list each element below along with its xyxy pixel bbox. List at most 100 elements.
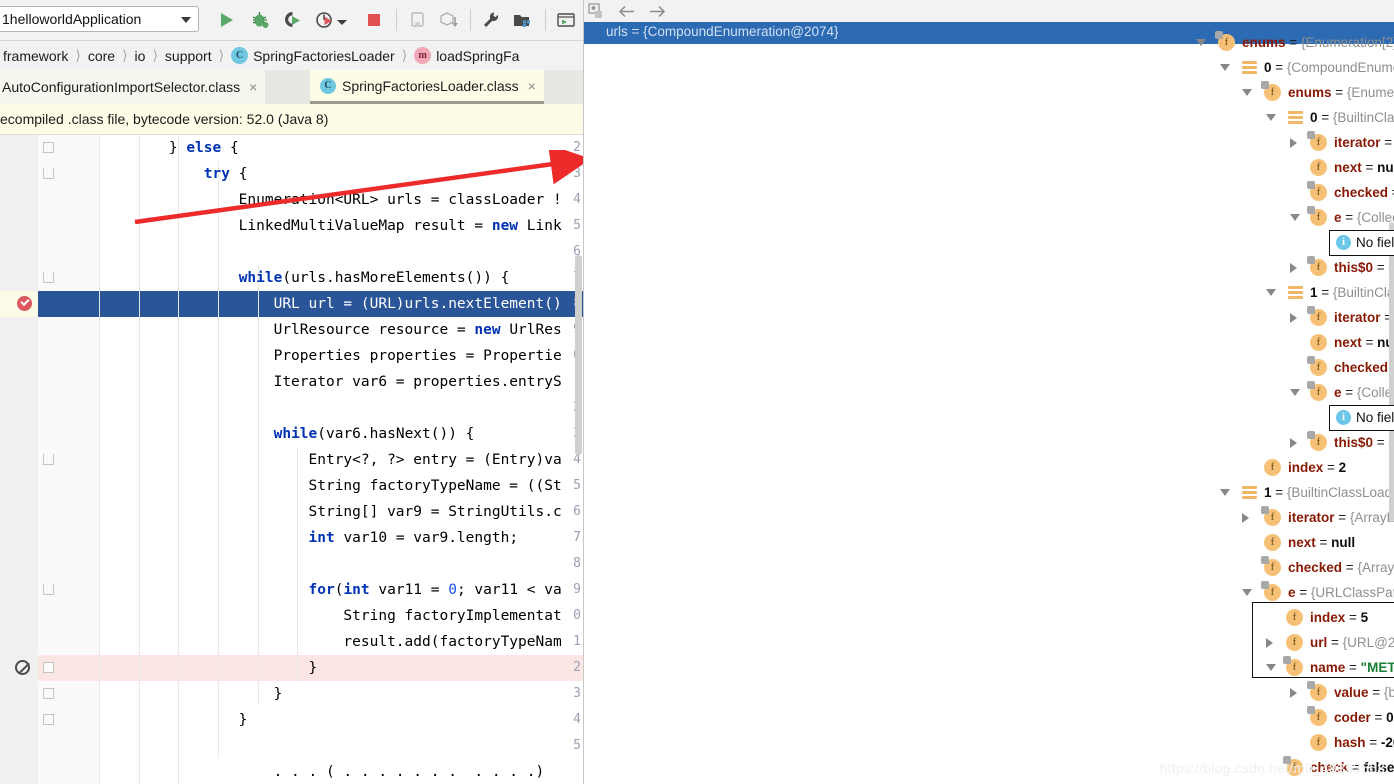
code-line: String factoryTypeName = ((St bbox=[99, 478, 562, 494]
breakpoint-verified-icon[interactable] bbox=[17, 296, 32, 311]
fold-marker[interactable] bbox=[43, 662, 54, 673]
close-icon[interactable]: × bbox=[249, 80, 257, 94]
variable-name: value bbox=[1334, 685, 1369, 700]
variable-name: e bbox=[1334, 210, 1342, 225]
chevron-right-icon[interactable] bbox=[1290, 138, 1297, 148]
stop-button[interactable] bbox=[364, 10, 384, 30]
breadcrumb-item-core[interactable]: core bbox=[85, 48, 118, 64]
chevron-down-icon[interactable] bbox=[1196, 39, 1206, 46]
code-editor[interactable]: 2 3 4 5 6 7 8 9 0 1 2 3 4 5 6 7 8 9 0 1 … bbox=[0, 135, 583, 784]
terminal-button[interactable] bbox=[556, 10, 576, 30]
fold-marker[interactable] bbox=[43, 688, 54, 699]
tab-autoconfigurationimportselector[interactable]: AutoConfigurationImportSelector.class × bbox=[0, 70, 266, 104]
chevron-down-icon[interactable] bbox=[1242, 89, 1252, 96]
settings-watch-icon[interactable] bbox=[588, 3, 605, 23]
update-application-button[interactable] bbox=[439, 10, 459, 30]
variable-value: 2 bbox=[1338, 460, 1347, 475]
code-line: } bbox=[99, 660, 318, 676]
run-coverage-button[interactable] bbox=[283, 10, 303, 30]
chevron-right-icon[interactable] bbox=[1242, 513, 1249, 523]
forward-arrow-icon[interactable] bbox=[647, 3, 667, 23]
settings-button[interactable] bbox=[481, 10, 501, 30]
editor-gutter[interactable] bbox=[0, 135, 39, 784]
breadcrumb-method-label: loadSpringFa bbox=[436, 48, 520, 64]
field-icon: f bbox=[1307, 256, 1327, 276]
fold-marker[interactable] bbox=[43, 584, 54, 595]
fold-marker[interactable] bbox=[43, 272, 54, 283]
variable-name: index bbox=[1310, 610, 1346, 625]
debugger-variables-pane[interactable]: urls = {CompoundEnumeration@2074} f enum… bbox=[583, 0, 1394, 784]
run-configuration-selector[interactable]: 1helloworldApplication bbox=[0, 6, 199, 32]
code-line: UrlResource resource = new UrlRes bbox=[99, 322, 562, 338]
chevron-right-icon[interactable] bbox=[1290, 313, 1297, 323]
run-button[interactable] bbox=[216, 10, 236, 30]
field-icon: f bbox=[1307, 306, 1327, 326]
variable-name: iterator bbox=[1334, 310, 1381, 325]
info-icon: i bbox=[1336, 410, 1351, 425]
chevron-down-icon[interactable] bbox=[1290, 389, 1300, 396]
breadcrumb-item-io[interactable]: io bbox=[132, 48, 149, 64]
chevron-down-icon[interactable] bbox=[1266, 114, 1276, 121]
field-icon: f bbox=[1307, 206, 1327, 226]
chevron-down-icon[interactable] bbox=[1266, 664, 1276, 671]
variable-name: iterator bbox=[1288, 510, 1335, 525]
debug-button[interactable] bbox=[250, 10, 270, 30]
variable-ref: {BuiltinClassLoader$1@2084} bbox=[1332, 285, 1394, 300]
toolbar-divider-2 bbox=[470, 9, 471, 31]
fold-marker[interactable] bbox=[43, 454, 54, 465]
chevron-right-icon[interactable] bbox=[1290, 688, 1297, 698]
fold-marker[interactable] bbox=[43, 714, 54, 725]
profile-button[interactable] bbox=[315, 10, 335, 30]
watermark: https://blog.csdn.net/m0_48333563 bbox=[1159, 760, 1385, 776]
run-configuration-label: 1helloworldApplication bbox=[2, 11, 142, 27]
code-line: for(int var11 = 0; var11 < va bbox=[308, 582, 562, 598]
field-icon: f bbox=[1215, 31, 1235, 51]
project-structure-button[interactable] bbox=[512, 10, 532, 30]
breadcrumb-item-support[interactable]: support bbox=[162, 48, 215, 64]
chevron-down-icon[interactable] bbox=[181, 17, 191, 23]
variable-ref: {Enumeration[2]@2076} bbox=[1300, 35, 1394, 50]
field-icon: f bbox=[1307, 681, 1327, 701]
array-icon bbox=[1242, 485, 1257, 500]
chevron-right-icon[interactable] bbox=[1290, 263, 1297, 273]
profile-dropdown-icon[interactable] bbox=[336, 15, 348, 25]
field-icon: f bbox=[1261, 506, 1281, 526]
array-icon bbox=[1288, 110, 1303, 125]
chevron-down-icon[interactable] bbox=[1220, 64, 1230, 71]
chevron-down-icon[interactable] bbox=[1266, 289, 1276, 296]
fold-marker[interactable] bbox=[43, 142, 54, 153]
chevron-right-icon[interactable] bbox=[1266, 638, 1273, 648]
variable-name: name bbox=[1310, 660, 1346, 675]
field-icon: f bbox=[1310, 159, 1327, 176]
field-icon: f bbox=[1310, 734, 1327, 751]
chevron-down-icon[interactable] bbox=[1290, 214, 1300, 221]
chevron-down-icon[interactable] bbox=[1220, 489, 1230, 496]
code-line: } else { bbox=[99, 140, 239, 156]
breadcrumb-class-label: SpringFactoriesLoader bbox=[253, 48, 395, 64]
variable-name: iterator bbox=[1334, 135, 1381, 150]
scrollbar-thumb[interactable] bbox=[1389, 222, 1394, 522]
editor-vertical-scrollbar[interactable] bbox=[574, 135, 583, 784]
tab-springfactoriesloader[interactable]: C SpringFactoriesLoader.class × bbox=[310, 70, 544, 104]
fold-marker[interactable] bbox=[43, 168, 54, 179]
chevron-right-icon[interactable] bbox=[1290, 438, 1297, 448]
breadcrumb-separator: ⟩ bbox=[401, 47, 408, 63]
attach-debugger-button[interactable] bbox=[408, 10, 428, 30]
variable-name: 0 bbox=[1310, 110, 1318, 125]
code-line: Iterator var6 = properties.entryS bbox=[99, 374, 562, 390]
breadcrumb-item-framework[interactable]: framework bbox=[0, 48, 71, 64]
info-icon: i bbox=[1336, 235, 1351, 250]
back-arrow-icon[interactable] bbox=[617, 3, 637, 23]
variable-value: 5 bbox=[1360, 610, 1369, 625]
variable-name: next bbox=[1334, 335, 1362, 350]
editor-tab-bar: AutoConfigurationImportSelector.class × … bbox=[0, 70, 583, 105]
code-line: . . . ( . . . . . . . . . . .) bbox=[99, 764, 545, 780]
variable-ref: {CompoundEnumeration@2081} bbox=[1286, 60, 1394, 75]
breadcrumb-item-class[interactable]: C SpringFactoriesLoader bbox=[228, 47, 398, 64]
code-line: String factoryImplementat bbox=[99, 608, 562, 624]
chevron-down-icon[interactable] bbox=[1242, 589, 1252, 596]
scrollbar-thumb[interactable] bbox=[575, 255, 582, 455]
no-fields-label: No fields to display bbox=[1356, 235, 1394, 250]
close-icon[interactable]: × bbox=[528, 79, 536, 93]
breadcrumb-item-method[interactable]: m loadSpringFa bbox=[411, 47, 522, 64]
